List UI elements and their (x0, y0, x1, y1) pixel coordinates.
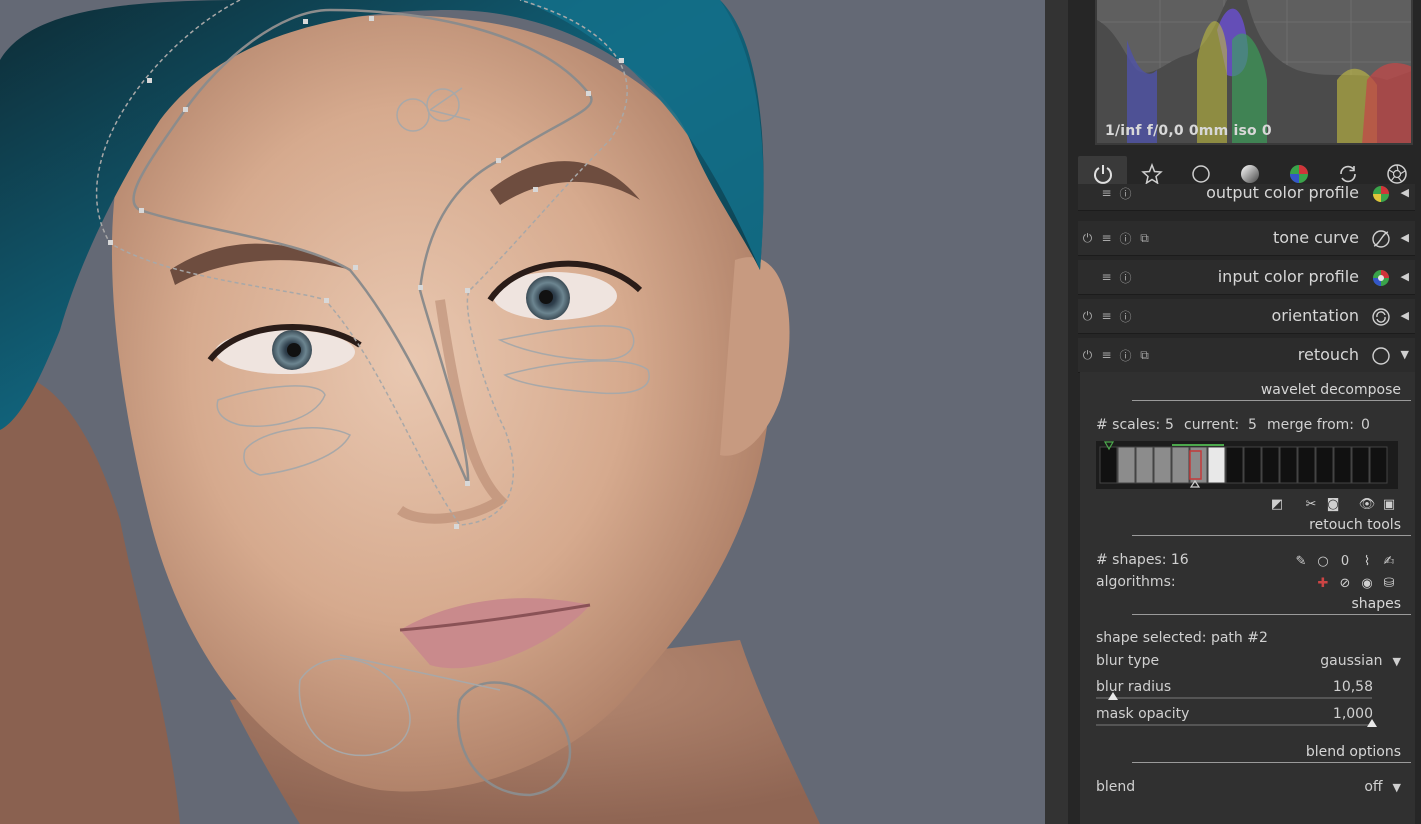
module-title: retouch (1297, 345, 1359, 364)
blur-type-label: blur type (1096, 653, 1160, 669)
expand-arrow-icon[interactable]: ◀ (1401, 299, 1409, 333)
module-tone-curve[interactable]: ⏻ ≡ ⓘ ⧉ tone curve ◀ (1078, 221, 1415, 256)
reset-icon[interactable]: ⓘ (1116, 347, 1135, 364)
retouch-settings: wavelet decompose # scales: 5 current: 5… (1080, 372, 1415, 824)
module-output-color-profile[interactable]: ≡ ⓘ output color profile ◀ (1078, 184, 1415, 211)
mask-opacity-slider-thumb[interactable] (1367, 719, 1377, 727)
mask-icon[interactable]: ▣ (1378, 495, 1400, 513)
brush-shape-icon[interactable]: ✍ (1378, 552, 1400, 570)
wavelet-tools: ◩ ✂ ◙ 👁 ▣ (1266, 495, 1400, 513)
cut-icon[interactable]: ✂ (1300, 495, 1322, 513)
color-sphere-icon (1373, 270, 1389, 286)
section-blend-options: blend options (1305, 744, 1401, 760)
presets-icon[interactable]: ≡ (1097, 231, 1116, 245)
reset-icon[interactable]: ⓘ (1116, 308, 1135, 325)
aperture-icon (1386, 164, 1407, 184)
blur-icon[interactable]: ◉ (1356, 574, 1378, 592)
circle-shape-icon[interactable]: ○ (1312, 552, 1334, 570)
power-icon (1093, 165, 1112, 184)
presets-icon[interactable]: ≡ (1097, 270, 1116, 284)
refresh-icon (1372, 308, 1390, 326)
exif-info: 1/inf f/0,0 0mm iso 0 (1105, 123, 1272, 139)
blur-type-value: gaussian (1320, 653, 1383, 669)
presets-icon[interactable]: ≡ (1097, 309, 1116, 323)
module-title: output color profile (1206, 184, 1359, 202)
merge-from-label: merge from: (1267, 417, 1355, 433)
pencil-icon[interactable]: ✎ (1290, 552, 1312, 570)
reset-icon[interactable]: ⓘ (1116, 185, 1135, 202)
multi-instance-icon[interactable]: ⧉ (1135, 231, 1154, 246)
current-label: current: (1184, 417, 1240, 433)
blur-radius-value: 10,58 (1332, 679, 1373, 695)
mask-opacity-label: mask opacity (1096, 706, 1190, 722)
gradient-sphere-icon (1240, 165, 1259, 183)
section-retouch-tools: retouch tools (1309, 517, 1401, 533)
module-title: input color profile (1217, 267, 1359, 286)
right-panel: 1/inf f/0,0 0mm iso 0 ≡ ⓘ output color p… (1068, 0, 1421, 824)
expand-arrow-icon[interactable]: ◀ (1401, 184, 1409, 210)
section-wavelet-decompose: wavelet decompose (1260, 382, 1401, 398)
panel-divider[interactable] (1045, 0, 1068, 824)
section-rule (1132, 614, 1411, 615)
power-icon[interactable]: ⏻ (1078, 309, 1097, 324)
module-input-color-profile[interactable]: ≡ ⓘ input color profile ◀ (1078, 260, 1415, 295)
blur-radius-slider[interactable] (1096, 697, 1372, 699)
eye-icon[interactable]: 👁 (1356, 495, 1378, 513)
circle-icon (1372, 347, 1390, 365)
multi-instance-icon[interactable]: ⧉ (1135, 348, 1154, 363)
color-sphere-icon (1289, 165, 1308, 183)
reset-icon[interactable]: ⓘ (1116, 230, 1135, 247)
fill-icon[interactable]: ⛁ (1378, 574, 1400, 592)
histogram[interactable]: 1/inf f/0,0 0mm iso 0 (1095, 0, 1413, 145)
dropdown-arrow-icon: ▼ (1392, 781, 1401, 794)
blur-radius-slider-thumb[interactable] (1107, 692, 1118, 700)
color-sphere-icon (1373, 186, 1389, 202)
dropdown-arrow-icon: ▼ (1392, 655, 1401, 668)
algorithms-label: algorithms: (1096, 574, 1176, 590)
collapse-arrow-icon[interactable]: ▼ (1401, 338, 1409, 372)
presets-icon[interactable]: ≡ (1097, 348, 1116, 362)
refresh-icon (1339, 165, 1356, 183)
blend-dropdown[interactable]: off ▼ (1364, 779, 1401, 795)
reset-icon[interactable]: ⓘ (1116, 269, 1135, 286)
tone-curve-icon (1372, 230, 1390, 248)
shapes-count: # shapes: 16 (1096, 552, 1189, 568)
clone-icon[interactable]: ⊘ (1334, 574, 1356, 592)
scales-label: # scales: (1096, 417, 1161, 433)
display-wavelet-icon[interactable]: ◩ (1266, 495, 1288, 513)
module-retouch[interactable]: ⏻ ≡ ⓘ ⧉ retouch ▼ (1078, 338, 1415, 373)
section-rule (1132, 400, 1411, 401)
section-rule (1132, 535, 1411, 536)
algorithm-tools: ✚ ⊘ ◉ ⛁ (1312, 574, 1400, 592)
image-canvas[interactable] (0, 0, 1045, 824)
expand-arrow-icon[interactable]: ◀ (1401, 221, 1409, 255)
blend-value: off (1364, 779, 1383, 795)
paste-icon[interactable]: ◙ (1322, 495, 1344, 513)
presets-icon[interactable]: ≡ (1097, 186, 1116, 200)
ellipse-shape-icon[interactable]: 0 (1334, 552, 1356, 570)
blend-label: blend (1096, 779, 1136, 795)
section-rule (1132, 762, 1411, 763)
shape-tools: ✎ ○ 0 ⌇ ✍ (1290, 552, 1400, 570)
current-value: 5 (1248, 417, 1257, 433)
section-shapes: shapes (1351, 596, 1401, 612)
scales-value: 5 (1165, 417, 1174, 433)
power-icon[interactable]: ⏻ (1078, 231, 1097, 246)
circle-icon (1191, 165, 1210, 183)
expand-arrow-icon[interactable]: ◀ (1401, 260, 1409, 294)
blur-type-dropdown[interactable]: gaussian ▼ (1320, 653, 1401, 669)
wavelet-scale-bar[interactable] (1096, 441, 1398, 489)
merge-from-value: 0 (1361, 417, 1370, 433)
star-icon (1140, 163, 1163, 185)
shape-selected: shape selected: path #2 (1096, 630, 1268, 646)
module-title: tone curve (1273, 228, 1359, 247)
module-orientation[interactable]: ⏻ ≡ ⓘ orientation ◀ (1078, 299, 1415, 334)
heal-icon[interactable]: ✚ (1312, 574, 1334, 592)
path-shape-icon[interactable]: ⌇ (1356, 552, 1378, 570)
module-title: orientation (1271, 306, 1359, 325)
mask-opacity-slider[interactable] (1096, 724, 1372, 726)
power-icon[interactable]: ⏻ (1078, 348, 1097, 363)
